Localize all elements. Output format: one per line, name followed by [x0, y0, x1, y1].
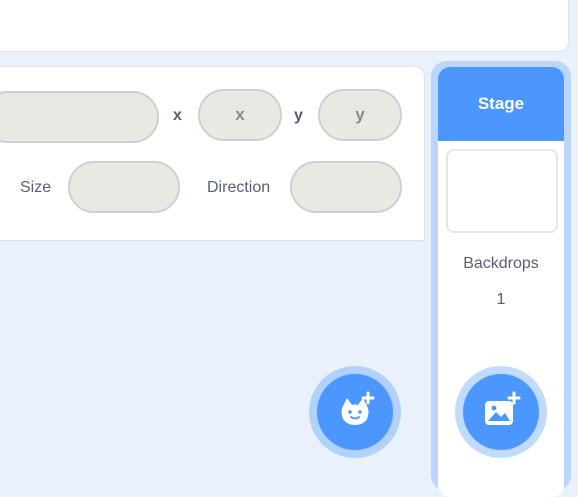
image-plus-icon	[485, 391, 521, 425]
sprite-name-field[interactable]: e	[0, 91, 159, 143]
x-placeholder: x	[235, 105, 245, 124]
size-input[interactable]	[68, 161, 180, 213]
stage-canvas-area	[0, 0, 569, 52]
direction-label: Direction	[207, 179, 271, 196]
y-input[interactable]: y	[318, 89, 402, 141]
stage-thumbnail[interactable]	[446, 149, 558, 233]
x-input[interactable]: x	[198, 89, 282, 141]
direction-input[interactable]	[290, 161, 402, 213]
size-label: Size	[20, 179, 52, 196]
choose-backdrop-button[interactable]	[455, 366, 547, 458]
stage-header: Stage	[438, 67, 564, 141]
y-placeholder: y	[355, 105, 365, 124]
y-label: y	[294, 107, 303, 124]
sprite-info-panel: e x x y y Size Direction	[0, 66, 425, 242]
choose-sprite-button[interactable]	[309, 366, 401, 458]
backdrops-count: 1	[496, 291, 506, 308]
cat-plus-icon	[341, 391, 375, 425]
x-label: x	[173, 107, 182, 124]
backdrops-label: Backdrops	[463, 255, 539, 272]
